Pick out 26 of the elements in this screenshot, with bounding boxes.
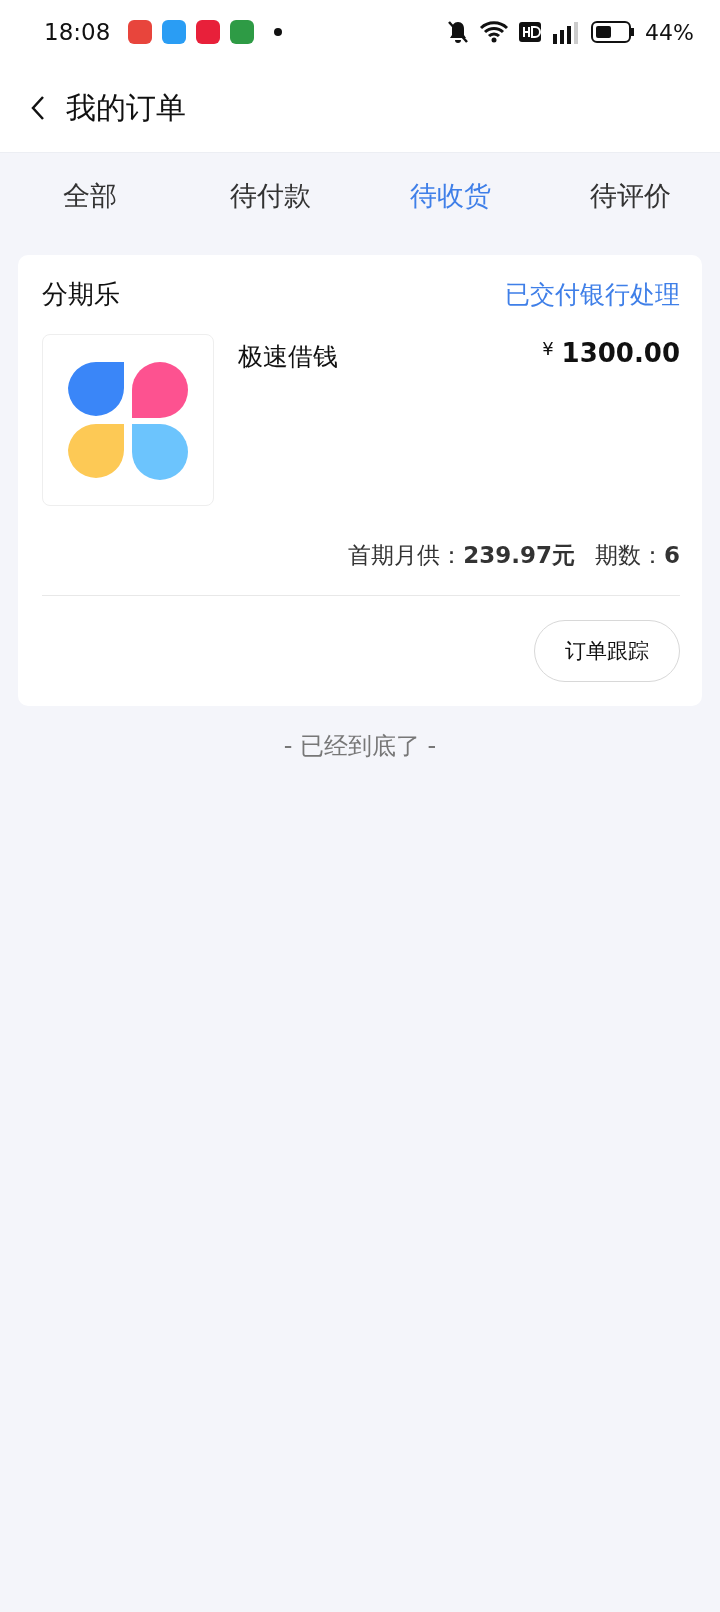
product-price: ¥ 1300.00 bbox=[542, 338, 680, 370]
order-tab[interactable]: 待付款 bbox=[180, 178, 360, 214]
bell-muted-icon bbox=[447, 20, 470, 44]
battery-icon bbox=[591, 21, 636, 43]
installment-info: 首期月供：239.97元 bbox=[348, 541, 575, 570]
product-name: 极速借钱 bbox=[238, 341, 339, 373]
status-time: 18:08 bbox=[44, 19, 111, 45]
order-tab[interactable]: 待收货 bbox=[360, 178, 540, 214]
app-logo-icon bbox=[68, 360, 188, 480]
back-icon[interactable] bbox=[30, 95, 46, 121]
notification-dot-icon bbox=[274, 28, 283, 36]
store-name: 分期乐 bbox=[42, 278, 120, 311]
app-notification-icon bbox=[128, 20, 153, 44]
order-tab[interactable]: 全部 bbox=[0, 178, 180, 214]
battery-percent: 44% bbox=[645, 19, 694, 45]
order-tab[interactable]: 待评价 bbox=[540, 178, 720, 214]
app-notification-icon bbox=[230, 20, 255, 44]
track-order-button[interactable]: 订单跟踪 bbox=[534, 620, 680, 682]
page-title: 我的订单 bbox=[66, 88, 186, 127]
end-of-list-text: - 已经到底了 - bbox=[282, 731, 438, 762]
hd-icon bbox=[519, 22, 542, 42]
installment-info: 期数：6 bbox=[595, 541, 680, 570]
app-notification-icon bbox=[196, 20, 221, 44]
app-notification-icon bbox=[162, 20, 187, 44]
wifi-icon bbox=[479, 20, 510, 44]
order-status: 已交付银行处理 bbox=[505, 279, 680, 311]
